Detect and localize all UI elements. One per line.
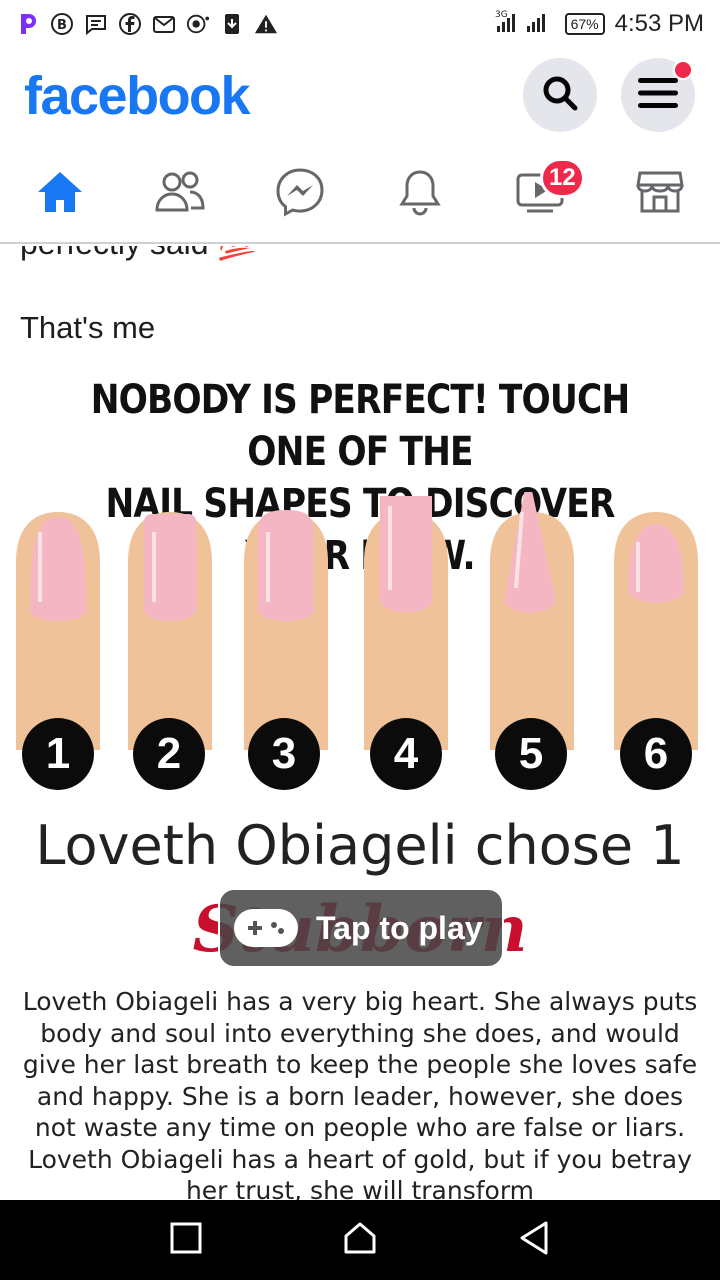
store-icon [636, 169, 684, 220]
facebook-icon [118, 12, 142, 36]
nail-option-4[interactable]: 4 [370, 718, 442, 790]
nail-option-5[interactable]: 5 [495, 718, 567, 790]
nail-option-3[interactable]: 3 [248, 718, 320, 790]
home-button-icon[interactable] [343, 1222, 377, 1259]
app-header: facebook [0, 48, 720, 144]
warning-icon [254, 12, 278, 36]
message-icon [84, 12, 108, 36]
tab-marketplace[interactable] [630, 164, 690, 224]
b-badge-icon: B [50, 12, 74, 36]
tab-notifications[interactable] [390, 164, 450, 224]
quiz-result: Loveth Obiageli chose 1 [35, 814, 685, 877]
nail-option-6[interactable]: 6 [620, 718, 692, 790]
finger-3 [244, 510, 328, 750]
status-right: 3G 67% 4:53 PM [495, 8, 704, 41]
signal-icon: 3G [495, 8, 555, 41]
nail-option-1[interactable]: 1 [22, 718, 94, 790]
search-icon [540, 73, 580, 118]
finger-2 [128, 512, 212, 750]
search-button[interactable] [523, 58, 597, 132]
messenger-icon [275, 167, 325, 222]
clock: 4:53 PM [614, 10, 704, 37]
tab-friends[interactable] [150, 164, 210, 224]
post-text: That's me [20, 310, 156, 345]
gamepad-icon [234, 909, 298, 947]
finger-6 [614, 512, 698, 750]
menu-icon [638, 76, 678, 115]
recents-icon[interactable] [170, 1222, 202, 1259]
finger-1 [16, 512, 100, 750]
svg-text:3G: 3G [495, 10, 508, 20]
svg-text:B: B [57, 18, 67, 33]
tab-home[interactable] [30, 164, 90, 224]
nail-option-2[interactable]: 2 [133, 718, 205, 790]
bell-icon [398, 168, 442, 221]
record-icon [186, 12, 210, 36]
gmail-icon [152, 12, 176, 36]
previous-post-text: perfectly said 💯 [20, 246, 257, 262]
notification-icons: B [16, 12, 278, 36]
facebook-logo[interactable]: facebook [24, 65, 251, 127]
finger-4 [364, 496, 448, 750]
watch-badge: 12 [540, 158, 585, 198]
friends-icon [154, 170, 206, 219]
menu-button[interactable] [621, 58, 695, 132]
finger-5 [490, 492, 574, 750]
menu-notification-dot [673, 60, 693, 80]
tab-watch[interactable]: 12 [510, 158, 585, 224]
quiz-title-line1: NOBODY IS PERFECT! TOUCH ONE OF THE [90, 377, 630, 475]
tab-messenger[interactable] [270, 164, 330, 224]
tap-to-play-label: Tap to play [316, 909, 483, 946]
main-tab-bar: 12 [0, 144, 720, 244]
home-icon [36, 170, 84, 219]
picsart-icon [16, 12, 40, 36]
system-navigation-bar [0, 1200, 720, 1280]
quiz-description: Loveth Obiageli has a very big heart. Sh… [22, 987, 698, 1200]
quiz-image[interactable]: NOBODY IS PERFECT! TOUCH ONE OF THE NAIL… [0, 364, 720, 1200]
status-bar: B 3G 67% 4:53 PM [0, 0, 720, 48]
battery-indicator: 67% [564, 13, 605, 35]
tap-to-play-button[interactable]: Tap to play [218, 888, 504, 968]
download-icon [220, 12, 244, 36]
back-icon[interactable] [518, 1221, 550, 1260]
news-feed[interactable]: perfectly said 💯 That's me NOBODY IS PER… [0, 246, 720, 1200]
